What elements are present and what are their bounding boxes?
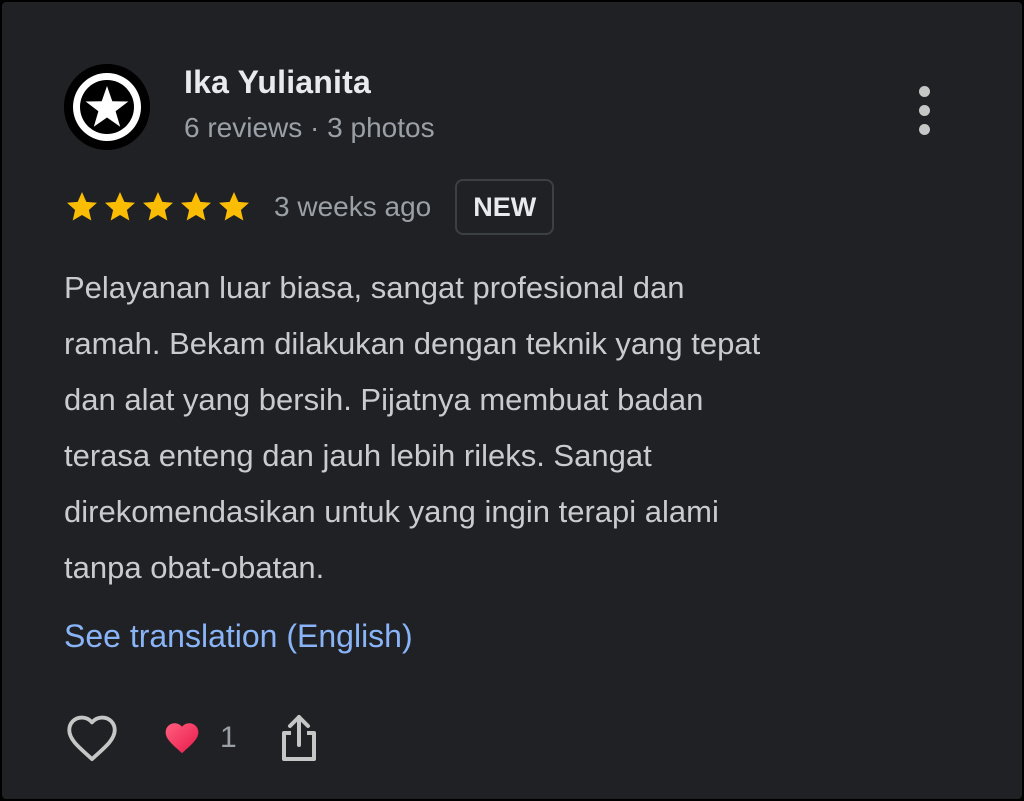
more-options-button[interactable] (898, 80, 950, 140)
review-text-line: direkomendasikan untuk yang ingin terapi… (64, 494, 719, 529)
star-icon (67, 192, 97, 221)
reviewer-meta: 6 reviews · 3 photos (184, 112, 435, 143)
reaction-summary[interactable]: 1 (162, 720, 237, 756)
review-card: Ika Yulianita 6 reviews · 3 photos 3 wee… (2, 2, 1022, 799)
share-button[interactable] (277, 708, 321, 768)
star-icon (105, 192, 135, 221)
review-date: 3 weeks ago (274, 191, 432, 222)
new-badge: NEW (455, 179, 555, 235)
star-icon (181, 192, 211, 221)
star-badge-icon (64, 64, 150, 150)
review-text: Pelayanan luar biasa, sangat profesional… (64, 260, 964, 596)
star-rating (64, 189, 252, 225)
more-vertical-icon (918, 85, 930, 97)
more-vertical-icon-dot (918, 104, 930, 116)
like-button[interactable] (64, 708, 122, 768)
heart-outline-icon (67, 715, 117, 762)
star-icon (143, 192, 173, 221)
review-text-line: Pelayanan luar biasa, sangat profesional… (64, 270, 685, 305)
more-vertical-icon-dot (918, 123, 930, 135)
reviewer-name[interactable]: Ika Yulianita (184, 64, 371, 101)
review-text-line: terasa enteng dan jauh lebih rileks. San… (64, 438, 652, 473)
reaction-count: 1 (220, 721, 237, 754)
share-icon (281, 715, 316, 761)
reviewer-avatar[interactable] (64, 64, 150, 150)
star-icon (219, 192, 249, 221)
action-bar: 1 (64, 708, 321, 768)
review-text-line: dan alat yang bersih. Pijatnya membuat b… (64, 382, 704, 417)
heart-filled-icon (165, 723, 199, 754)
review-text-line: tanpa obat-obatan. (64, 550, 325, 585)
review-text-line: ramah. Bekam dilakukan dengan teknik yan… (64, 326, 761, 361)
see-translation-link[interactable]: See translation (English) (64, 618, 413, 655)
rating-row: 3 weeks ago NEW (64, 178, 555, 236)
